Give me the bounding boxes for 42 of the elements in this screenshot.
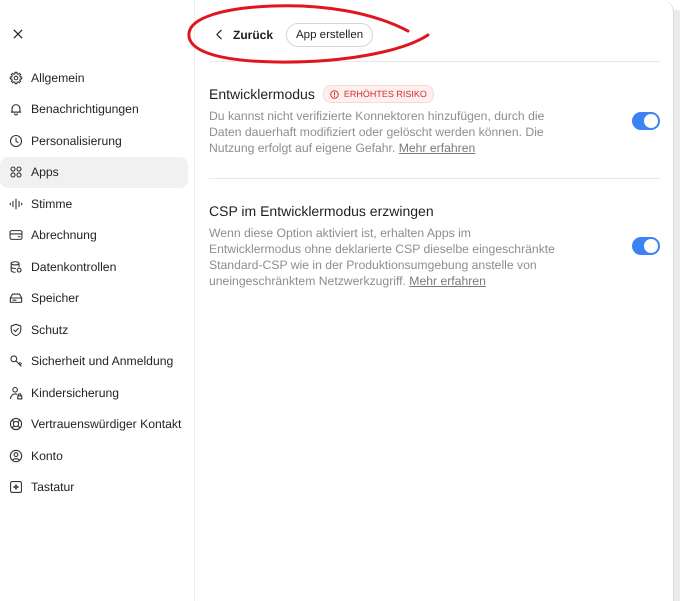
create-app-button[interactable]: App erstellen	[286, 22, 374, 46]
sidebar-item[interactable]: Datenkontrollen	[0, 251, 188, 282]
sidebar-item[interactable]: Abrechnung	[0, 220, 188, 251]
sidebar-item[interactable]: Sicherheit und Anmeldung	[0, 346, 188, 377]
setting-title: CSP im Entwicklermodus erzwingen	[209, 203, 434, 219]
sidebar-item[interactable]: Schutz	[0, 314, 188, 346]
waveform-icon	[9, 196, 23, 211]
close-icon	[13, 29, 23, 39]
sidebar-item[interactable]: Personalisierung	[0, 125, 188, 156]
clock-icon	[9, 134, 23, 148]
sidebar-item[interactable]: Allgemein	[0, 62, 188, 94]
alert-circle-icon	[330, 90, 339, 98]
learn-more-link[interactable]: Mehr erfahren	[409, 274, 486, 288]
risk-label: ERHÖHTES RISIKO	[344, 89, 427, 99]
person-lock-icon	[9, 386, 23, 400]
bell-icon	[9, 102, 23, 116]
sidebar-item[interactable]: Benachrichtigungen	[0, 94, 188, 125]
setting-description: Wenn diese Option aktiviert ist, erhalten Apps im Entwicklermodus ohne deklarierte CSP dieselbe eingeschränkte Standard-CSP wie in der Produktionsumgebung anstelle von uneingeschränktem Netzwerkzugriff. Mehr erfahren	[209, 225, 556, 289]
four-circles-icon	[9, 165, 23, 180]
setting-description: Du kannst nicht verifizierte Konnektoren hinzufügen, durch die Daten dauerhaft modifiziert oder gelöscht werden können. Die Nutzung erfolgt auf eigene Gefahr. Mehr erfahren	[209, 108, 546, 156]
sidebar-item[interactable]: Vertrauenswürdiger Kontakt	[0, 408, 188, 440]
sidebar-item[interactable]: Tastatur	[0, 472, 188, 503]
gear-icon	[9, 70, 23, 85]
sidebar-item[interactable]: Speicher	[0, 282, 188, 314]
toggle-switch[interactable]	[632, 237, 660, 255]
learn-more-link[interactable]: Mehr erfahren	[398, 141, 476, 155]
key-icon	[9, 354, 23, 368]
sidebar-item[interactable]: Apps	[0, 156, 188, 188]
credit-card-icon	[9, 228, 23, 242]
back-button[interactable]: Zurück	[209, 24, 278, 46]
sidebar-item[interactable]: Konto	[0, 440, 188, 472]
shield-check-icon	[9, 322, 23, 337]
hard-drive-icon	[9, 291, 23, 306]
user-circle-icon	[9, 448, 23, 463]
chevron-left-icon	[216, 29, 222, 40]
setting-title: Entwicklermodus	[209, 86, 315, 102]
square-sparkle-icon	[9, 480, 23, 494]
sidebar-item[interactable]: Kindersicherung	[0, 377, 188, 408]
toggle-switch[interactable]	[632, 112, 660, 130]
database-gear-icon	[9, 260, 23, 274]
sidebar-item[interactable]: Stimme	[0, 188, 188, 220]
lifebuoy-icon	[9, 417, 23, 432]
